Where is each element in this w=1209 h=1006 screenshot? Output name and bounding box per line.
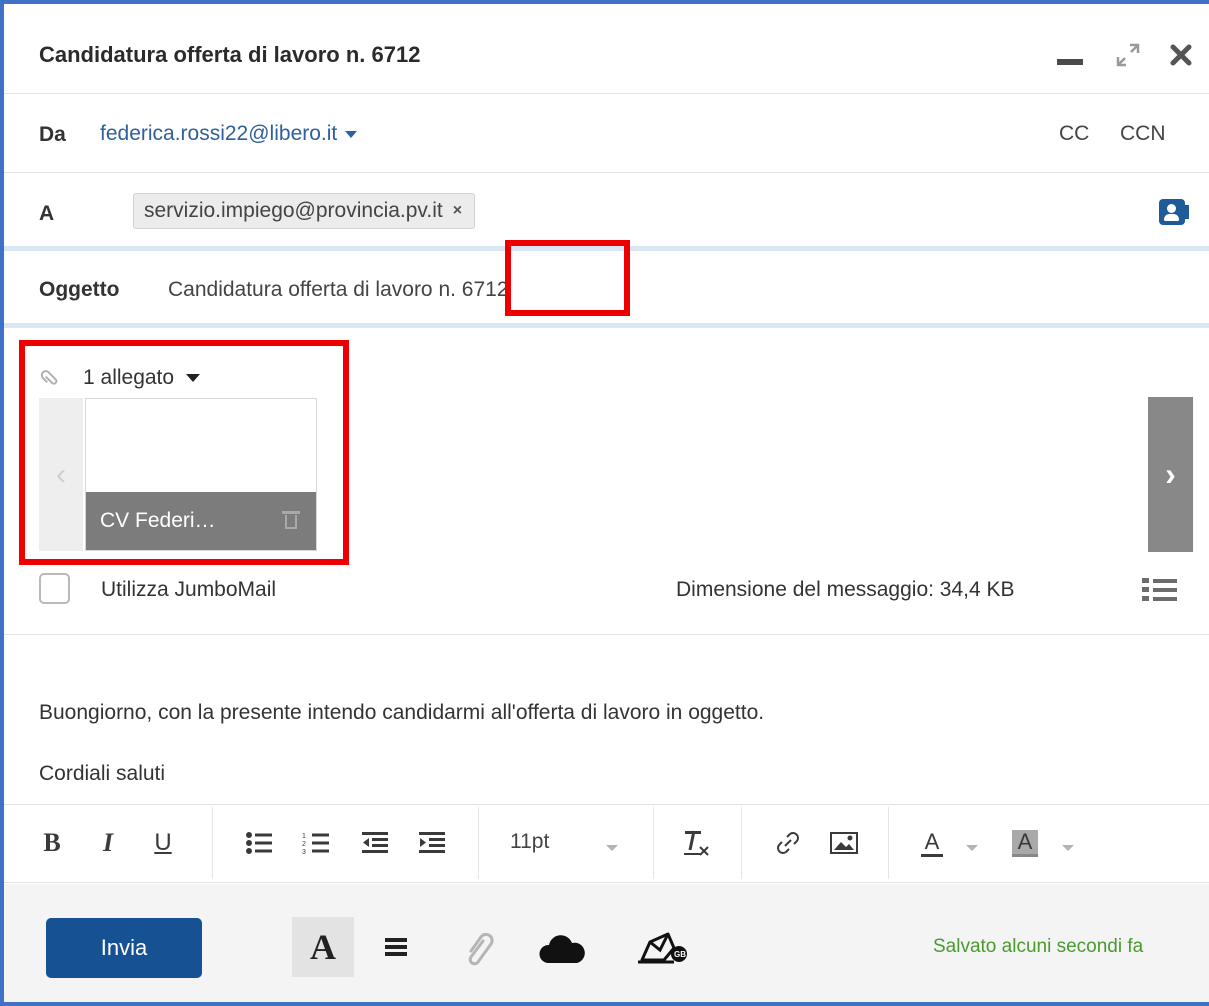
minimize-icon (1057, 59, 1083, 65)
to-label: A (39, 202, 55, 225)
compose-footer: Invia A GB Salvato alcuni secondi fa (4, 884, 1209, 1002)
large-file-button[interactable]: GB (634, 926, 690, 970)
expand-icon (1116, 43, 1140, 67)
divider (4, 634, 1209, 635)
chevron-down-icon (1062, 845, 1074, 851)
bold-button[interactable]: B (40, 823, 64, 863)
outdent-button[interactable] (360, 823, 390, 863)
close-button[interactable] (1164, 38, 1198, 72)
carousel-next-button[interactable]: › (1148, 397, 1193, 552)
from-label: Da (39, 123, 66, 146)
chevron-down-icon (345, 130, 358, 138)
chevron-down-icon (186, 374, 201, 382)
from-selector[interactable]: federica.rossi22@libero.it (100, 122, 358, 146)
attachment-caption: CV Federi… (86, 492, 316, 550)
from-address: federica.rossi22@libero.it (100, 122, 338, 145)
format-toolbar: B I U 1 2 3 A A (4, 805, 1209, 883)
message-body-line[interactable]: Buongiorno, con la presente intendo cand… (39, 701, 764, 725)
svg-text:3: 3 (302, 849, 306, 855)
paperclip-icon (468, 932, 494, 966)
numbered-list-icon: 1 2 3 (302, 833, 329, 855)
outdent-icon (362, 832, 388, 853)
text-color-button[interactable]: A (917, 823, 947, 863)
maximize-button[interactable] (1111, 38, 1145, 72)
send-button[interactable]: Invia (46, 918, 202, 978)
envelope-gb-icon: GB (638, 932, 687, 964)
address-book-icon[interactable] (1159, 199, 1189, 225)
svg-text:1: 1 (302, 833, 306, 840)
subject-input[interactable]: Candidatura offerta di lavoro n. 6712 (168, 278, 509, 302)
to-row: A servizio.impiego@provincia.pv.it × (4, 173, 1209, 251)
attachment-thumbnail[interactable]: CV Federi… (85, 398, 317, 551)
indent-icon (419, 832, 445, 853)
chevron-down-icon (606, 845, 618, 851)
highlight-color-label: A (1011, 829, 1039, 857)
bullet-list-button[interactable] (244, 823, 274, 863)
numbered-list-button[interactable]: 1 2 3 (301, 823, 331, 863)
cc-link[interactable]: CC (1059, 122, 1089, 146)
text-format-toggle[interactable]: A (292, 917, 354, 977)
save-status: Salvato alcuni secondi fa (933, 936, 1144, 957)
svg-text:2: 2 (302, 841, 306, 848)
attachment-name: CV Federi… (100, 509, 216, 532)
message-body-line[interactable]: Cordiali saluti (39, 762, 165, 786)
highlight-color-button[interactable]: A (1008, 823, 1042, 863)
italic-button[interactable]: I (97, 823, 119, 863)
svg-text:GB: GB (674, 950, 686, 959)
message-size: Dimensione del messaggio: 34,4 KB (676, 578, 1015, 601)
image-icon (830, 832, 858, 854)
recipient-chip[interactable]: servizio.impiego@provincia.pv.it × (133, 193, 476, 229)
subject-row: Oggetto Candidatura offerta di lavoro n.… (4, 251, 1209, 328)
link-icon (777, 832, 799, 854)
attach-file-button[interactable] (459, 929, 499, 969)
clear-format-button[interactable] (681, 823, 711, 863)
underline-button[interactable]: U (152, 823, 174, 863)
remove-recipient-button[interactable]: × (453, 202, 462, 220)
indent-button[interactable] (417, 823, 447, 863)
details-list-icon[interactable] (1142, 576, 1180, 602)
chevron-down-icon (966, 845, 978, 851)
compose-window: Candidatura offerta di lavoro n. 6712 Da… (0, 0, 1209, 1006)
insert-image-button[interactable] (827, 823, 861, 863)
text-color-label: A (920, 829, 944, 857)
cloud-icon (539, 935, 585, 963)
jumbomail-checkbox[interactable] (39, 573, 70, 604)
window-title: Candidatura offerta di lavoro n. 6712 (39, 42, 421, 67)
from-row: Da federica.rossi22@libero.it CC CCN (4, 94, 1209, 173)
bullet-list-icon (246, 832, 272, 854)
cloud-attach-button[interactable] (538, 929, 586, 969)
clear-format-icon (684, 830, 709, 856)
chevron-right-icon: › (1165, 456, 1176, 492)
align-button[interactable] (385, 934, 407, 960)
paperclip-icon (34, 362, 65, 393)
attachments-summary: 1 allegato (83, 366, 175, 389)
title-bar: Candidatura offerta di lavoro n. 6712 (4, 4, 1209, 94)
ccn-link[interactable]: CCN (1120, 122, 1166, 146)
recipient-address: servizio.impiego@provincia.pv.it (144, 199, 443, 222)
close-icon (1170, 44, 1192, 66)
subject-label: Oggetto (39, 278, 120, 301)
carousel-prev-button[interactable]: ‹ (39, 398, 83, 551)
jumbomail-label: Utilizza JumboMail (101, 578, 277, 601)
attachments-toggle[interactable]: 1 allegato (39, 366, 201, 390)
trash-icon[interactable] (282, 511, 300, 529)
minimize-button[interactable] (1050, 38, 1090, 72)
font-size-select[interactable]: 11pt (510, 830, 549, 854)
insert-link-button[interactable] (771, 823, 805, 863)
chevron-left-icon: ‹ (56, 457, 66, 491)
